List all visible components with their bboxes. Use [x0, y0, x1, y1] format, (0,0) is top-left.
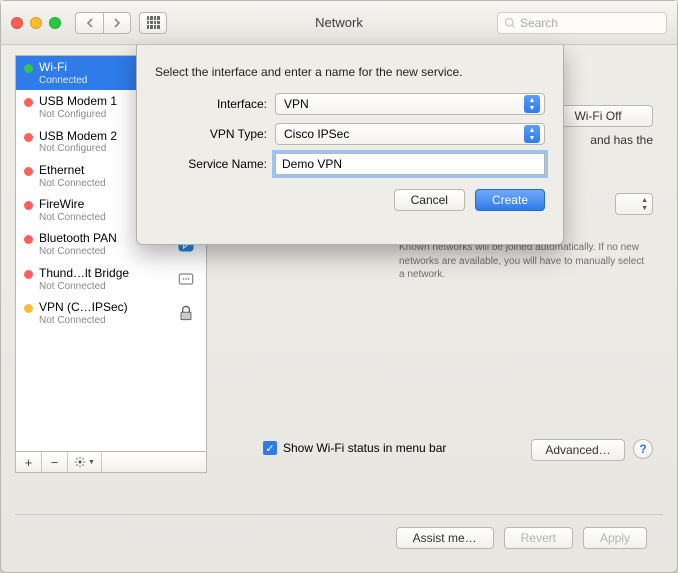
status-dot-icon [24, 98, 33, 107]
status-dot-icon [24, 133, 33, 142]
network-window: Network Search Wi-FiConnectedUSB Modem 1… [0, 0, 678, 573]
search-field[interactable]: Search [497, 12, 667, 34]
apply-button[interactable]: Apply [583, 527, 647, 549]
back-forward-group [75, 12, 131, 34]
status-dot-icon [24, 270, 33, 279]
wifi-toggle-label: Wi-Fi Off [574, 109, 621, 123]
checkbox-checked-icon: ✓ [263, 441, 277, 455]
interface-label: Interface: [155, 97, 267, 111]
service-status: Not Connected [39, 315, 168, 327]
service-item[interactable]: Thund…lt BridgeNot Connected [16, 262, 206, 296]
window-title: Network [315, 15, 363, 30]
service-actions-button[interactable]: ▼ [68, 452, 102, 472]
service-name-input[interactable] [275, 153, 545, 175]
create-button[interactable]: Create [475, 189, 545, 211]
select-arrows-icon: ▲▼ [524, 95, 540, 113]
footer: Assist me… Revert Apply [15, 514, 663, 560]
known-networks-description: Known networks will be joined automatica… [399, 241, 651, 282]
vpn-type-label: VPN Type: [155, 127, 267, 141]
add-service-button[interactable]: + [16, 452, 42, 472]
services-toolbar: + − ▼ [15, 451, 207, 473]
ethernet-icon [174, 267, 198, 291]
show-all-button[interactable] [139, 12, 167, 34]
remove-service-button[interactable]: − [42, 452, 68, 472]
search-placeholder: Search [520, 16, 558, 30]
status-dot-icon [24, 167, 33, 176]
service-name-label: Service Name: [155, 157, 267, 171]
vpn-type-select[interactable]: Cisco IPSec ▲▼ [275, 123, 545, 145]
show-status-label: Show Wi-Fi status in menu bar [283, 441, 446, 455]
select-arrows-icon: ▲▼ [524, 125, 540, 143]
chevron-left-icon [86, 18, 94, 28]
service-item[interactable]: VPN (C…IPSec)Not Connected [16, 296, 206, 330]
help-button[interactable]: ? [633, 439, 653, 459]
sheet-title: Select the interface and enter a name fo… [155, 65, 545, 79]
cancel-button[interactable]: Cancel [394, 189, 465, 211]
service-status: Not Connected [39, 281, 168, 293]
stepper-icon: ▲▼ [641, 197, 648, 212]
status-text-tail: and has the [590, 133, 653, 147]
interface-select[interactable]: VPN ▲▼ [275, 93, 545, 115]
assist-me-button[interactable]: Assist me… [396, 527, 494, 549]
forward-button[interactable] [103, 12, 131, 34]
service-status: Not Connected [39, 246, 168, 258]
window-controls [1, 17, 61, 29]
network-select[interactable]: ▲▼ [615, 193, 653, 215]
status-dot-icon [24, 201, 33, 210]
advanced-button[interactable]: Advanced… [531, 439, 625, 461]
show-status-checkbox[interactable]: ✓ Show Wi-Fi status in menu bar [263, 441, 446, 455]
advanced-label: Advanced… [545, 443, 610, 457]
interface-value: VPN [284, 97, 309, 111]
service-name: Thund…lt Bridge [39, 267, 168, 281]
revert-button[interactable]: Revert [504, 527, 573, 549]
back-button[interactable] [75, 12, 103, 34]
vpn-type-value: Cisco IPSec [284, 127, 349, 141]
grid-icon [147, 16, 160, 29]
new-service-sheet: Select the interface and enter a name fo… [136, 45, 564, 245]
vpn-icon [174, 301, 198, 325]
service-name: VPN (C…IPSec) [39, 301, 168, 315]
zoom-window-button[interactable] [49, 17, 61, 29]
search-icon [504, 17, 516, 29]
gear-icon [74, 456, 86, 468]
chevron-right-icon [113, 18, 121, 28]
status-dot-icon [24, 64, 33, 73]
minimize-window-button[interactable] [30, 17, 42, 29]
close-window-button[interactable] [11, 17, 23, 29]
status-dot-icon [24, 304, 33, 313]
titlebar: Network Search [1, 1, 677, 45]
status-dot-icon [24, 235, 33, 244]
